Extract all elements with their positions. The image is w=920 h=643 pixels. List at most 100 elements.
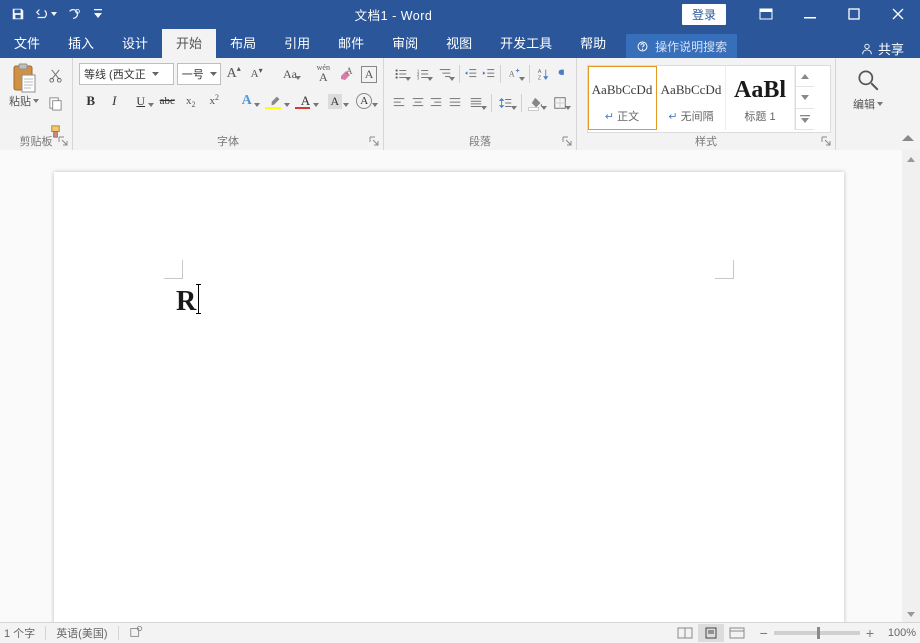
italic-button[interactable]: I <box>103 90 127 112</box>
redo-button[interactable] <box>62 2 86 26</box>
window-close-button[interactable] <box>876 0 920 28</box>
font-name-value: 等线 (西文正 <box>80 66 150 82</box>
tab-insert[interactable]: 插入 <box>54 29 108 58</box>
tell-me-search[interactable]: 操作说明搜索 <box>626 34 737 58</box>
styles-scroll-up[interactable] <box>796 66 814 87</box>
cut-button[interactable] <box>43 63 67 87</box>
qat-customize-button[interactable] <box>91 2 105 26</box>
align-center-button[interactable] <box>409 92 428 114</box>
font-size-combo[interactable]: 一号 <box>177 63 221 85</box>
style-preview: AaBbCcDd <box>592 72 653 108</box>
multilevel-list-button[interactable] <box>434 63 456 85</box>
word-count[interactable]: 1 个字 <box>4 625 35 641</box>
group-font-label: 字体 <box>73 133 383 149</box>
grow-font-button[interactable]: A▴ <box>224 63 244 85</box>
borders-button[interactable] <box>548 92 572 114</box>
increase-indent-button[interactable] <box>480 63 497 85</box>
bold-button[interactable]: B <box>79 90 103 112</box>
tab-home[interactable]: 开始 <box>162 29 216 58</box>
style-name-label: 标题 1 <box>744 108 775 124</box>
zoom-in-button[interactable]: + <box>866 625 874 641</box>
ribbon-mode-button[interactable] <box>744 0 788 28</box>
shrink-font-button[interactable]: A▾ <box>247 63 267 85</box>
share-button[interactable]: 共享 <box>844 39 920 58</box>
line-spacing-button[interactable] <box>494 92 518 114</box>
language-status[interactable]: 英语(美国) <box>56 625 107 641</box>
enclose-char-button[interactable]: A <box>350 90 379 112</box>
paste-button[interactable]: 粘贴 <box>7 63 41 143</box>
tab-review[interactable]: 审阅 <box>378 29 432 58</box>
style-preview: AaBl <box>734 72 786 108</box>
copy-button[interactable] <box>43 91 67 115</box>
tab-design[interactable]: 设计 <box>108 29 162 58</box>
character-border-button[interactable]: A <box>359 63 379 85</box>
phonetic-guide-button[interactable]: wén A <box>313 63 333 85</box>
style-name-label: 无间隔 <box>681 108 714 124</box>
view-print-layout[interactable] <box>698 624 724 642</box>
styles-expand[interactable] <box>796 109 814 130</box>
scroll-down-button[interactable] <box>902 605 920 623</box>
tab-mailings[interactable]: 邮件 <box>324 29 378 58</box>
paragraph-launcher[interactable] <box>562 136 572 146</box>
document-text[interactable]: R <box>176 286 196 318</box>
decrease-indent-button[interactable] <box>463 63 480 85</box>
font-launcher[interactable] <box>369 136 379 146</box>
view-web-layout[interactable] <box>724 624 750 642</box>
styles-launcher[interactable] <box>821 136 831 146</box>
underline-button[interactable]: U <box>126 90 155 112</box>
macro-recording-icon[interactable] <box>129 625 143 642</box>
change-case-button[interactable]: Aa <box>278 63 303 85</box>
asian-layout-button[interactable]: A <box>504 63 526 85</box>
style-no-spacing[interactable]: AaBbCcDd ↵无间隔 <box>657 66 726 130</box>
zoom-out-button[interactable]: − <box>760 625 768 641</box>
sort-button[interactable]: AZ <box>533 63 555 85</box>
tab-developer[interactable]: 开发工具 <box>486 29 566 58</box>
view-read-mode[interactable] <box>672 624 698 642</box>
text-effects-button[interactable]: A <box>232 90 261 112</box>
tab-references[interactable]: 引用 <box>270 29 324 58</box>
font-name-combo[interactable]: 等线 (西文正 <box>79 63 174 85</box>
group-paragraph: 123 A AZ <box>384 58 577 150</box>
group-font: 等线 (西文正 一号 A▴ A▾ Aa wén A A A B <box>73 58 384 150</box>
strikethrough-button[interactable]: abc <box>155 90 179 112</box>
style-normal[interactable]: AaBbCcDd ↵正文 <box>588 66 657 130</box>
window-maximize-button[interactable] <box>832 0 876 28</box>
style-preview: AaBbCcDd <box>661 72 722 108</box>
align-left-button[interactable] <box>390 92 409 114</box>
editing-menu[interactable]: 编辑 <box>853 96 883 112</box>
char-shading-button[interactable]: A <box>320 90 349 112</box>
undo-button[interactable] <box>30 2 62 26</box>
zoom-slider[interactable] <box>774 631 860 635</box>
document-canvas[interactable]: R <box>0 150 920 623</box>
font-color-button[interactable]: A <box>291 90 320 112</box>
align-justify-button[interactable] <box>446 92 465 114</box>
style-heading-1[interactable]: AaBl 标题 1 <box>726 66 795 130</box>
vertical-scrollbar[interactable] <box>902 150 920 623</box>
margin-mark <box>715 260 734 279</box>
tab-help[interactable]: 帮助 <box>566 29 620 58</box>
bullets-button[interactable] <box>390 63 412 85</box>
show-marks-button[interactable] <box>555 63 572 85</box>
zoom-level[interactable]: 100% <box>880 627 916 639</box>
clear-formatting-button[interactable]: A <box>336 63 356 85</box>
tab-file[interactable]: 文件 <box>0 29 54 58</box>
tab-view[interactable]: 视图 <box>432 29 486 58</box>
page[interactable]: R <box>54 172 844 623</box>
scroll-up-button[interactable] <box>902 150 920 168</box>
styles-scroll-down[interactable] <box>796 87 814 108</box>
superscript-button[interactable]: x2 <box>203 90 227 112</box>
find-button[interactable] <box>855 67 881 96</box>
tab-layout[interactable]: 布局 <box>216 29 270 58</box>
highlight-button[interactable] <box>261 90 290 112</box>
align-distributed-button[interactable] <box>464 92 488 114</box>
collapse-ribbon-button[interactable] <box>902 132 914 146</box>
align-right-button[interactable] <box>427 92 446 114</box>
shading-button[interactable] <box>525 92 549 114</box>
svg-text:1: 1 <box>417 68 420 73</box>
window-minimize-button[interactable] <box>788 0 832 28</box>
subscript-button[interactable]: x2 <box>179 90 203 112</box>
numbering-button[interactable]: 123 <box>412 63 434 85</box>
clipboard-launcher[interactable] <box>58 136 68 146</box>
save-icon[interactable] <box>6 2 30 26</box>
login-button[interactable]: 登录 <box>682 4 726 25</box>
